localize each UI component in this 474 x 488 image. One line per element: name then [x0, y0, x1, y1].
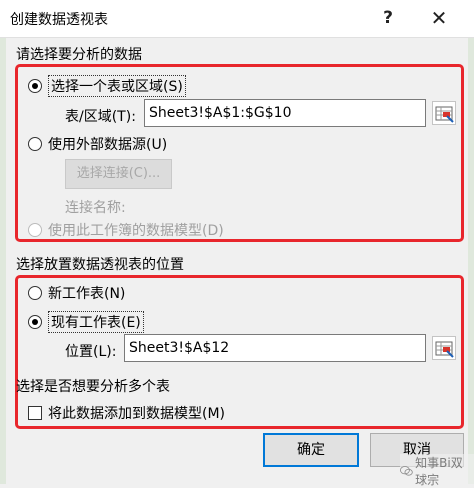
radio-existing-worksheet[interactable]: 现有工作表(E): [28, 311, 144, 333]
radio-table-range[interactable]: 选择一个表或区域(S): [28, 75, 186, 97]
radio-external-source[interactable]: 使用外部数据源(U): [28, 134, 167, 154]
radio-label: 使用外部数据源(U): [48, 137, 168, 153]
radio-button[interactable]: [28, 286, 42, 300]
table-range-label: 表/区域(T):: [65, 109, 136, 125]
background-sheet-strip: [468, 38, 474, 484]
section-heading-data: 请选择要分析的数据: [16, 47, 142, 63]
wechat-logo-icon: [400, 466, 413, 476]
add-to-data-model-checkbox[interactable]: 将此数据添加到数据模型(M): [28, 403, 225, 423]
location-label: 位置(L):: [65, 344, 117, 360]
watermark-text: 知事Bi双球宗: [415, 456, 463, 487]
choose-connection-button[interactable]: 选择连接(C)...: [65, 159, 172, 189]
location-input[interactable]: Sheet3!$A$12: [124, 334, 426, 362]
dialog-title: 创建数据透视表: [10, 12, 108, 28]
radio-button[interactable]: [28, 79, 42, 93]
radio-label: 现有工作表(E): [48, 311, 144, 333]
section-heading-location: 选择放置数据透视表的位置: [16, 257, 184, 273]
radio-button[interactable]: [28, 315, 42, 329]
ok-button[interactable]: 确定: [263, 433, 359, 467]
help-button[interactable]: ?: [374, 4, 402, 32]
table-range-input[interactable]: Sheet3!$A$1:$G$10: [144, 99, 426, 127]
radio-button[interactable]: [28, 137, 42, 151]
radio-label: 新工作表(N): [48, 286, 126, 302]
radio-data-model[interactable]: 使用此工作簿的数据模型(D): [28, 220, 224, 240]
collapse-dialog-icon[interactable]: [432, 101, 456, 125]
section-heading-multiple-tables: 选择是否想要分析多个表: [16, 379, 170, 395]
background-sheet-strip: [0, 38, 6, 484]
radio-label: 使用此工作簿的数据模型(D): [48, 223, 224, 239]
connection-name-label: 连接名称:: [65, 200, 126, 216]
radio-button[interactable]: [28, 223, 42, 237]
close-icon[interactable]: ✕: [425, 4, 453, 32]
watermark: 知事Bi双球宗: [400, 454, 474, 488]
radio-new-worksheet[interactable]: 新工作表(N): [28, 283, 125, 303]
checkbox[interactable]: [28, 406, 42, 420]
radio-label: 选择一个表或区域(S): [48, 75, 186, 97]
title-bar: 创建数据透视表 ? ✕: [0, 0, 474, 38]
checkbox-label: 将此数据添加到数据模型(M): [48, 406, 226, 422]
collapse-dialog-icon[interactable]: [432, 336, 456, 360]
